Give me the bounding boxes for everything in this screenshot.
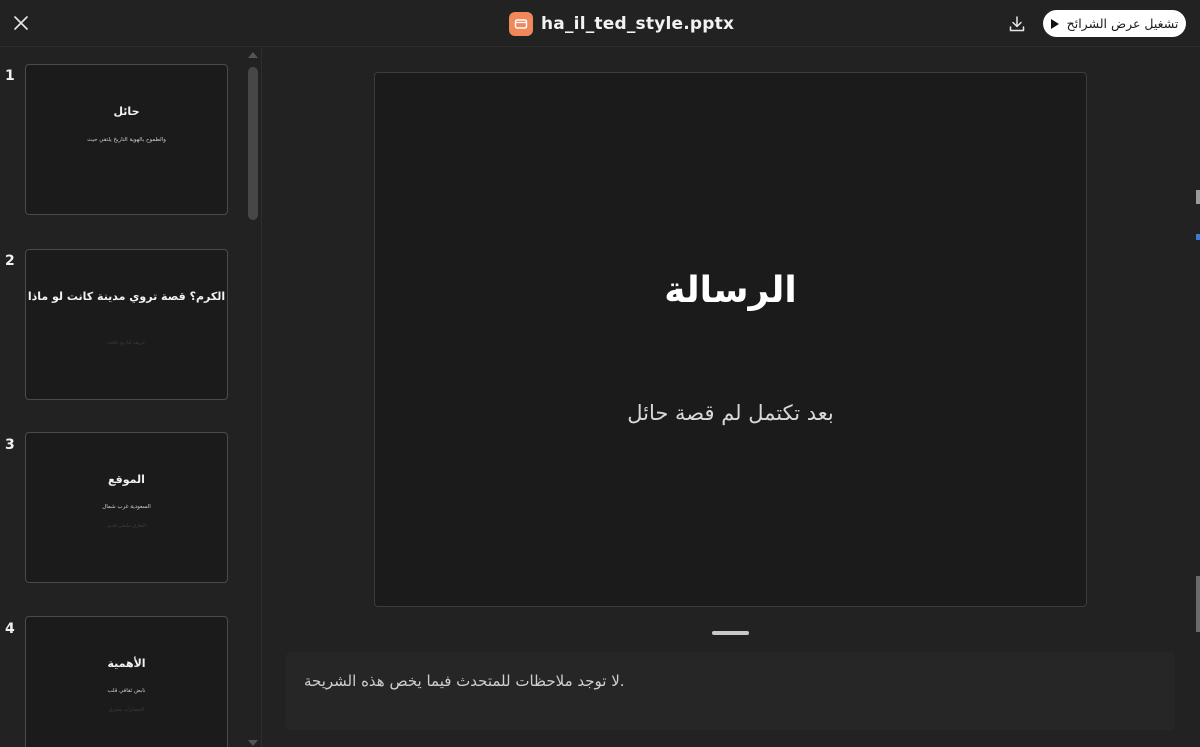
slide-thumbnail-1[interactable]: حائل والطموح بالهوية التاريخ يلتقي حيث [25, 64, 228, 215]
speaker-notes-text: .لا توجد ملاحظات للمتحدث فيما يخص هذه ال… [304, 672, 625, 690]
scrollbar-thumb[interactable] [248, 67, 258, 220]
download-button[interactable] [1004, 11, 1030, 37]
current-slide: الرسالة بعد تكتمل لم قصة حائل [374, 72, 1087, 607]
edge-indicator-active [1196, 234, 1200, 240]
play-icon [1050, 18, 1059, 29]
edge-indicator [1196, 190, 1200, 204]
slide-subtitle: بعد تكتمل لم قصة حائل [627, 401, 834, 425]
thumbnail-number: 1 [5, 68, 15, 84]
file-title: ha_il_ted_style.pptx [509, 11, 734, 37]
thumbnail-number: 2 [5, 253, 15, 269]
thumbnail-title: حائل [113, 105, 140, 118]
close-icon [14, 16, 28, 30]
file-name: ha_il_ted_style.pptx [541, 14, 735, 34]
notes-resize-handle[interactable] [712, 631, 749, 635]
slide-thumbnail-3[interactable]: الموقع السعودية غرب شمال الطرق ملتقى قدي… [25, 432, 228, 583]
thumbnail-number: 4 [5, 621, 15, 637]
slide-thumbnail-panel: 1 حائل والطموح بالهوية التاريخ يلتقي حيث… [0, 48, 262, 747]
slide-thumbnail-2[interactable]: الكرم؟ قصة تروي مدينة كانت لو ماذا عريقة… [25, 249, 228, 400]
scroll-down-arrow-icon[interactable] [248, 740, 258, 746]
thumbnail-title: الكرم؟ قصة تروي مدينة كانت لو ماذا [27, 290, 226, 303]
close-button[interactable] [8, 10, 34, 36]
thumbnail-number: 3 [5, 437, 15, 453]
download-icon [1009, 16, 1025, 32]
thumbnail-faint-text: الحضارات مفترق [108, 707, 145, 713]
scroll-up-arrow-icon[interactable] [248, 52, 258, 58]
slide-title: الرسالة [664, 270, 797, 311]
edge-scroll-indicator [1196, 576, 1200, 632]
thumbnail-subtitle: والطموح بالهوية التاريخ يلتقي حيث [87, 137, 166, 143]
slide-thumbnail-4[interactable]: الأهمية نابض ثقافي قلب الحضارات مفترق [25, 616, 228, 747]
speaker-notes-panel: .لا توجد ملاحظات للمتحدث فيما يخص هذه ال… [286, 652, 1175, 730]
thumbnail-faint-text: عريقة لتاريخ نافذة [107, 340, 146, 346]
thumbnail-subtitle: نابض ثقافي قلب [107, 688, 146, 694]
thumbnail-title: الأهمية [107, 657, 146, 670]
thumbnail-subtitle: السعودية غرب شمال [102, 504, 151, 510]
play-slideshow-label: تشغيل عرض الشرائح [1066, 16, 1179, 31]
play-slideshow-button[interactable]: تشغيل عرض الشرائح [1043, 10, 1186, 37]
thumbnail-title: الموقع [108, 473, 145, 486]
top-bar: ha_il_ted_style.pptx تشغيل عرض الشرائح [0, 0, 1200, 47]
presentation-file-icon [509, 12, 533, 36]
thumbnail-faint-text: الطرق ملتقى قديم [106, 523, 147, 529]
